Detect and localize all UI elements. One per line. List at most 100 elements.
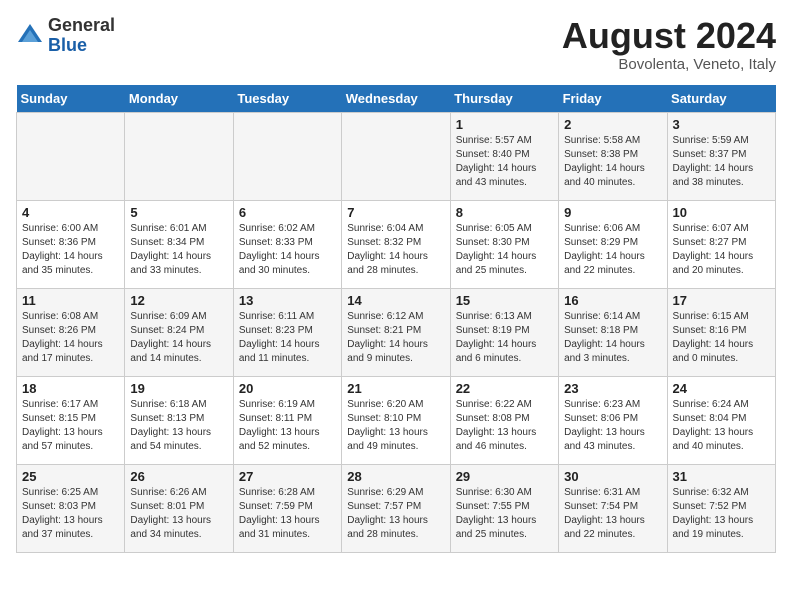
calendar-cell — [125, 112, 233, 200]
day-info: Sunrise: 6:07 AM Sunset: 8:27 PM Dayligh… — [673, 222, 770, 278]
calendar-cell: 2 Sunrise: 5:58 AM Sunset: 8:38 PM Daylig… — [559, 112, 667, 200]
day-number: 7 — [347, 205, 444, 220]
calendar-cell: 20 Sunrise: 6:19 AM Sunset: 8:11 PM Dayli… — [233, 376, 341, 464]
calendar-cell: 19 Sunrise: 6:18 AM Sunset: 8:13 PM Dayli… — [125, 376, 233, 464]
day-header-sunday: Sunday — [17, 85, 125, 113]
day-number: 20 — [239, 381, 336, 396]
day-number: 23 — [564, 381, 661, 396]
calendar-cell: 25Sunrise: 6:25 AM Sunset: 8:03 PM Dayli… — [17, 464, 125, 552]
day-info: Sunrise: 6:05 AM Sunset: 8:30 PM Dayligh… — [456, 222, 553, 278]
day-number: 10 — [673, 205, 770, 220]
day-info: Sunrise: 6:30 AM Sunset: 7:55 PM Dayligh… — [456, 486, 553, 542]
day-header-wednesday: Wednesday — [342, 85, 450, 113]
day-info: Sunrise: 6:19 AM Sunset: 8:11 PM Dayligh… — [239, 398, 336, 454]
month-year-title: August 2024 — [562, 16, 776, 56]
day-number: 16 — [564, 293, 661, 308]
calendar-cell: 12 Sunrise: 6:09 AM Sunset: 8:24 PM Dayli… — [125, 288, 233, 376]
logo-blue-text: Blue — [48, 35, 87, 55]
day-number: 19 — [130, 381, 227, 396]
calendar-cell: 17 Sunrise: 6:15 AM Sunset: 8:16 PM Dayli… — [667, 288, 775, 376]
calendar-cell: 13 Sunrise: 6:11 AM Sunset: 8:23 PM Dayli… — [233, 288, 341, 376]
day-number: 6 — [239, 205, 336, 220]
day-number: 9 — [564, 205, 661, 220]
calendar-week-row: 4 Sunrise: 6:00 AM Sunset: 8:36 PM Daylig… — [17, 200, 776, 288]
day-number: 13 — [239, 293, 336, 308]
calendar-cell: 30 Sunrise: 6:31 AM Sunset: 7:54 PM Dayli… — [559, 464, 667, 552]
day-info: Sunrise: 6:25 AM Sunset: 8:03 PM Dayligh… — [22, 486, 119, 542]
day-number: 21 — [347, 381, 444, 396]
calendar-cell: 3Sunrise: 5:59 AM Sunset: 8:37 PM Daylig… — [667, 112, 775, 200]
calendar-week-row: 25Sunrise: 6:25 AM Sunset: 8:03 PM Dayli… — [17, 464, 776, 552]
calendar-cell: 23 Sunrise: 6:23 AM Sunset: 8:06 PM Dayli… — [559, 376, 667, 464]
calendar-cell: 5Sunrise: 6:01 AM Sunset: 8:34 PM Daylig… — [125, 200, 233, 288]
day-info: Sunrise: 6:00 AM Sunset: 8:36 PM Dayligh… — [22, 222, 119, 278]
day-number: 29 — [456, 469, 553, 484]
calendar-cell: 6 Sunrise: 6:02 AM Sunset: 8:33 PM Daylig… — [233, 200, 341, 288]
day-header-tuesday: Tuesday — [233, 85, 341, 113]
day-info: Sunrise: 6:24 AM Sunset: 8:04 PM Dayligh… — [673, 398, 770, 454]
calendar-cell: 26 Sunrise: 6:26 AM Sunset: 8:01 PM Dayli… — [125, 464, 233, 552]
day-number: 12 — [130, 293, 227, 308]
calendar-cell: 10 Sunrise: 6:07 AM Sunset: 8:27 PM Dayli… — [667, 200, 775, 288]
location-text: Bovolenta, Veneto, Italy — [562, 56, 776, 73]
day-number: 11 — [22, 293, 119, 308]
day-number: 22 — [456, 381, 553, 396]
day-number: 30 — [564, 469, 661, 484]
calendar-cell: 31 Sunrise: 6:32 AM Sunset: 7:52 PM Dayli… — [667, 464, 775, 552]
day-info: Sunrise: 6:26 AM Sunset: 8:01 PM Dayligh… — [130, 486, 227, 542]
day-header-saturday: Saturday — [667, 85, 775, 113]
logo: General Blue — [16, 16, 115, 56]
day-number: 2 — [564, 117, 661, 132]
day-number: 1 — [456, 117, 553, 132]
day-number: 4 — [22, 205, 119, 220]
day-number: 24 — [673, 381, 770, 396]
calendar-cell: 9Sunrise: 6:06 AM Sunset: 8:29 PM Daylig… — [559, 200, 667, 288]
calendar-cell: 29 Sunrise: 6:30 AM Sunset: 7:55 PM Dayli… — [450, 464, 558, 552]
day-header-monday: Monday — [125, 85, 233, 113]
logo-icon — [16, 22, 44, 50]
day-info: Sunrise: 6:12 AM Sunset: 8:21 PM Dayligh… — [347, 310, 444, 366]
day-info: Sunrise: 6:11 AM Sunset: 8:23 PM Dayligh… — [239, 310, 336, 366]
day-number: 3 — [673, 117, 770, 132]
day-number: 26 — [130, 469, 227, 484]
day-info: Sunrise: 6:09 AM Sunset: 8:24 PM Dayligh… — [130, 310, 227, 366]
day-number: 27 — [239, 469, 336, 484]
title-area: August 2024 Bovolenta, Veneto, Italy — [562, 16, 776, 73]
calendar-cell — [233, 112, 341, 200]
day-number: 28 — [347, 469, 444, 484]
calendar-cell: 24 Sunrise: 6:24 AM Sunset: 8:04 PM Dayli… — [667, 376, 775, 464]
day-info: Sunrise: 6:08 AM Sunset: 8:26 PM Dayligh… — [22, 310, 119, 366]
calendar-cell — [17, 112, 125, 200]
day-info: Sunrise: 6:15 AM Sunset: 8:16 PM Dayligh… — [673, 310, 770, 366]
calendar-cell: 11 Sunrise: 6:08 AM Sunset: 8:26 PM Dayli… — [17, 288, 125, 376]
calendar-table: SundayMondayTuesdayWednesdayThursdayFrid… — [16, 85, 776, 553]
day-info: Sunrise: 6:28 AM Sunset: 7:59 PM Dayligh… — [239, 486, 336, 542]
day-info: Sunrise: 6:23 AM Sunset: 8:06 PM Dayligh… — [564, 398, 661, 454]
day-info: Sunrise: 6:31 AM Sunset: 7:54 PM Dayligh… — [564, 486, 661, 542]
day-number: 17 — [673, 293, 770, 308]
day-info: Sunrise: 6:20 AM Sunset: 8:10 PM Dayligh… — [347, 398, 444, 454]
day-number: 31 — [673, 469, 770, 484]
calendar-cell: 28Sunrise: 6:29 AM Sunset: 7:57 PM Dayli… — [342, 464, 450, 552]
calendar-cell: 7 Sunrise: 6:04 AM Sunset: 8:32 PM Daylig… — [342, 200, 450, 288]
calendar-cell: 4 Sunrise: 6:00 AM Sunset: 8:36 PM Daylig… — [17, 200, 125, 288]
day-number: 5 — [130, 205, 227, 220]
day-info: Sunrise: 6:32 AM Sunset: 7:52 PM Dayligh… — [673, 486, 770, 542]
calendar-cell — [342, 112, 450, 200]
day-info: Sunrise: 6:02 AM Sunset: 8:33 PM Dayligh… — [239, 222, 336, 278]
calendar-cell: 22Sunrise: 6:22 AM Sunset: 8:08 PM Dayli… — [450, 376, 558, 464]
day-number: 15 — [456, 293, 553, 308]
day-header-friday: Friday — [559, 85, 667, 113]
calendar-cell: 16Sunrise: 6:14 AM Sunset: 8:18 PM Dayli… — [559, 288, 667, 376]
calendar-week-row: 11 Sunrise: 6:08 AM Sunset: 8:26 PM Dayli… — [17, 288, 776, 376]
calendar-cell: 18Sunrise: 6:17 AM Sunset: 8:15 PM Dayli… — [17, 376, 125, 464]
day-header-thursday: Thursday — [450, 85, 558, 113]
day-info: Sunrise: 6:18 AM Sunset: 8:13 PM Dayligh… — [130, 398, 227, 454]
logo-general-text: General — [48, 15, 115, 35]
day-number: 14 — [347, 293, 444, 308]
days-header-row: SundayMondayTuesdayWednesdayThursdayFrid… — [17, 85, 776, 113]
day-info: Sunrise: 5:58 AM Sunset: 8:38 PM Dayligh… — [564, 134, 661, 190]
day-number: 18 — [22, 381, 119, 396]
page-header: General Blue August 2024 Bovolenta, Vene… — [16, 16, 776, 73]
day-info: Sunrise: 6:04 AM Sunset: 8:32 PM Dayligh… — [347, 222, 444, 278]
